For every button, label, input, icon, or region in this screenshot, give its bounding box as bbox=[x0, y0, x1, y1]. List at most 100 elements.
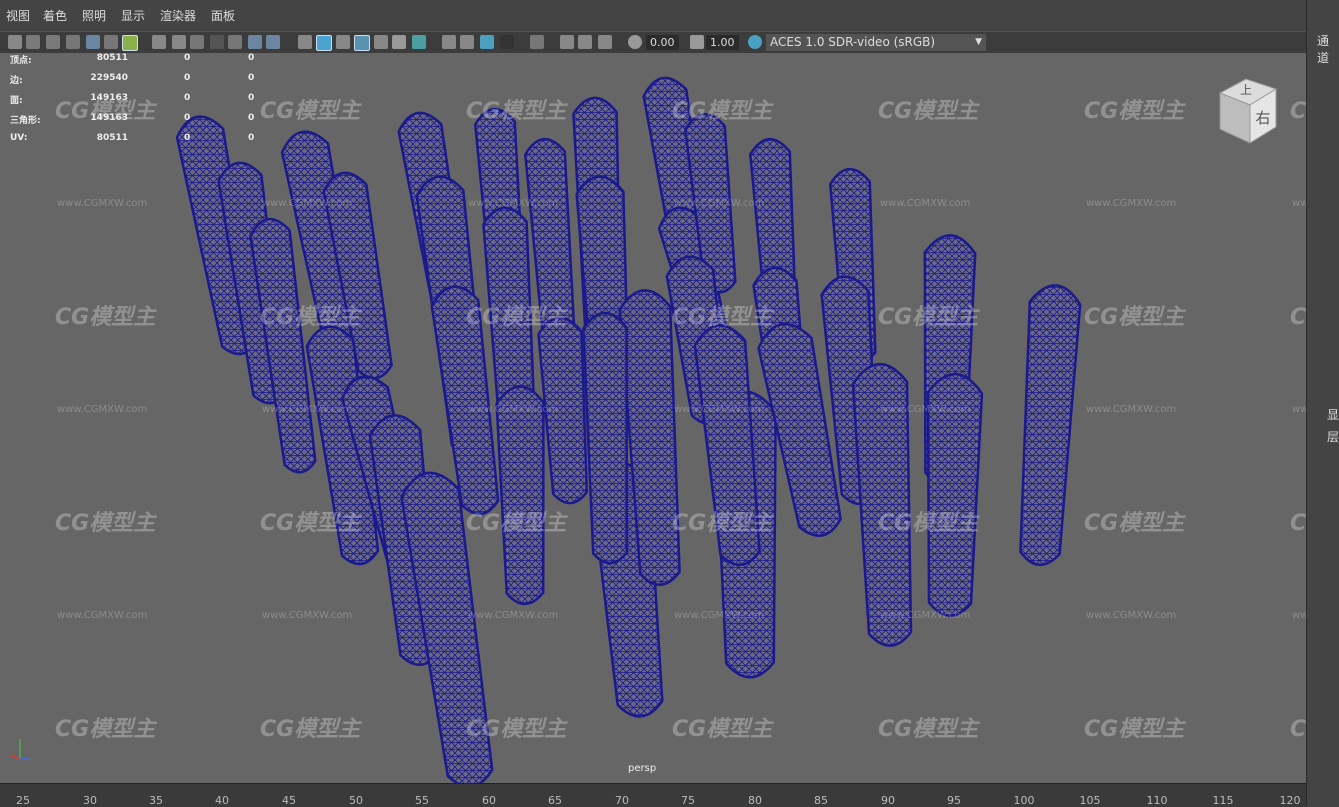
watermark-url: www.CGMXW.com bbox=[1292, 404, 1306, 415]
panel-toolbar: 0.00 1.00 ACES 1.0 SDR-video (sRGB) ▼ bbox=[0, 31, 1306, 54]
default-material-icon[interactable] bbox=[336, 35, 350, 49]
ambient-occlusion-icon[interactable] bbox=[442, 35, 456, 49]
resolution-gate-icon[interactable] bbox=[190, 35, 204, 49]
menu-renderer[interactable]: 渲染器 bbox=[160, 7, 196, 24]
watermark-logo: CG模型主 bbox=[1290, 717, 1306, 742]
watermark-logo: CG模型主 bbox=[55, 305, 156, 330]
hud-value: 149163 bbox=[90, 93, 128, 103]
watermark-logo: CG模型主 bbox=[260, 305, 361, 330]
ruler-tick: 120 bbox=[1279, 794, 1301, 807]
gate-mask-icon[interactable] bbox=[210, 35, 224, 49]
display-tab[interactable]: 显 bbox=[1327, 406, 1339, 423]
pin-icon[interactable] bbox=[66, 35, 80, 49]
watermark-logo: CG模型主 bbox=[878, 99, 979, 124]
safe-action-icon[interactable] bbox=[248, 35, 262, 49]
watermark-url: www.CGMXW.com bbox=[57, 610, 148, 621]
watermark-url: www.CGMXW.com bbox=[1292, 610, 1306, 621]
watermark-logo: CG模型主 bbox=[672, 511, 773, 536]
watermark-url: www.CGMXW.com bbox=[674, 198, 765, 209]
menu-panels[interactable]: 面板 bbox=[211, 7, 235, 24]
watermark-logo: CG模型主 bbox=[878, 511, 979, 536]
hud-label: 面: bbox=[10, 96, 23, 106]
menu-view[interactable]: 视图 bbox=[6, 7, 30, 24]
channels-tab[interactable]: 通道 bbox=[1317, 32, 1339, 66]
menu-shading[interactable]: 着色 bbox=[43, 7, 67, 24]
view-cube[interactable]: 上 右 bbox=[1216, 75, 1280, 147]
hand-wireframe-models[interactable] bbox=[0, 53, 1306, 783]
watermark-logo: CG模型主 bbox=[878, 717, 979, 742]
menu-show[interactable]: 显示 bbox=[121, 7, 145, 24]
smooth-shade-icon[interactable] bbox=[316, 35, 332, 51]
hand-mesh[interactable] bbox=[1019, 284, 1082, 566]
time-slider-ruler[interactable]: 25 30 35 40 45 50 55 60 65 70 75 80 85 9… bbox=[0, 783, 1306, 807]
watermark-url: www.CGMXW.com bbox=[57, 198, 148, 209]
camera-icon[interactable] bbox=[8, 35, 22, 49]
grease-pencil-icon[interactable] bbox=[86, 35, 100, 49]
watermark-logo: CG模型主 bbox=[260, 717, 361, 742]
watermark-url: www.CGMXW.com bbox=[262, 610, 353, 621]
hud-value: 0 bbox=[184, 73, 191, 83]
watermark-logo: CG模型主 bbox=[878, 305, 979, 330]
hud-value: 0 bbox=[184, 53, 191, 63]
hud-value: 0 bbox=[184, 113, 191, 123]
watermark-logo: CG模型主 bbox=[1290, 99, 1306, 124]
wireframe-icon[interactable] bbox=[298, 35, 312, 49]
viewport-persp[interactable]: CG模型主 www.CGMXW.com CG模型主 www.CGMXW.com CG模型… bbox=[0, 53, 1306, 783]
camera-attr-icon[interactable] bbox=[26, 35, 40, 49]
shadows-icon[interactable] bbox=[412, 35, 426, 49]
gamma-icon[interactable] bbox=[690, 35, 704, 49]
hud-row-vertices: 顶点: 80511 0 0 bbox=[10, 53, 270, 73]
safe-title-icon[interactable] bbox=[266, 35, 280, 49]
grid-icon[interactable] bbox=[152, 35, 166, 49]
anti-alias-icon[interactable] bbox=[480, 35, 494, 49]
color-management-icon[interactable] bbox=[748, 35, 762, 49]
watermark-logo: CG模型主 bbox=[466, 99, 567, 124]
exposure-icon[interactable] bbox=[628, 35, 642, 49]
xray-icon[interactable] bbox=[560, 35, 574, 49]
watermark-url: www.CGMXW.com bbox=[880, 404, 971, 415]
menu-lighting[interactable]: 照明 bbox=[82, 7, 106, 24]
ruler-tick: 40 bbox=[215, 794, 229, 807]
hand-mesh[interactable] bbox=[582, 311, 629, 565]
watermark-url: www.CGMXW.com bbox=[262, 198, 353, 209]
ruler-tick: 65 bbox=[548, 794, 562, 807]
layers-tab[interactable]: 层 bbox=[1327, 428, 1339, 445]
ruler-tick: 35 bbox=[149, 794, 163, 807]
depth-of-field-icon[interactable] bbox=[500, 35, 514, 49]
hud-row-uvs: UV: 80511 0 0 bbox=[10, 133, 270, 153]
film-gate-icon[interactable] bbox=[172, 35, 186, 49]
manipulator-icon[interactable] bbox=[122, 35, 138, 51]
hud-value: 149163 bbox=[90, 113, 128, 123]
hud-row-faces: 面: 149163 0 0 bbox=[10, 93, 270, 113]
wireframe-on-shaded-icon[interactable] bbox=[354, 35, 370, 51]
watermark-logo: CG模型主 bbox=[466, 305, 567, 330]
xray-joints-icon[interactable] bbox=[578, 35, 592, 49]
watermark-logo: CG模型主 bbox=[466, 511, 567, 536]
watermark-logo: CG模型主 bbox=[1084, 511, 1185, 536]
isolate-select-icon[interactable] bbox=[530, 35, 544, 49]
lights-icon[interactable] bbox=[392, 35, 406, 49]
ruler-tick: 105 bbox=[1079, 794, 1101, 807]
hud-value: 80511 bbox=[96, 133, 128, 143]
gamma-field[interactable]: 1.00 bbox=[706, 35, 739, 50]
xray-active-icon[interactable] bbox=[598, 35, 612, 49]
hud-value: 0 bbox=[248, 73, 255, 83]
ruler-tick: 115 bbox=[1212, 794, 1234, 807]
watermark-logo: CG模型主 bbox=[260, 99, 361, 124]
exposure-field[interactable]: 0.00 bbox=[646, 35, 679, 50]
view-transform-dropdown[interactable]: ACES 1.0 SDR-video (sRGB) ▼ bbox=[766, 34, 986, 51]
hud-value: 0 bbox=[248, 133, 255, 143]
watermark-logo: CG模型主 bbox=[466, 717, 567, 742]
bookmark-icon[interactable] bbox=[46, 35, 60, 49]
watermark-url: www.CGMXW.com bbox=[1086, 404, 1177, 415]
textured-icon[interactable] bbox=[374, 35, 388, 49]
field-chart-icon[interactable] bbox=[228, 35, 242, 49]
watermark-url: www.CGMXW.com bbox=[1292, 198, 1306, 209]
viewcube-top-label: 上 bbox=[1240, 83, 1252, 97]
2d-pan-icon[interactable] bbox=[104, 35, 118, 49]
watermark-url: www.CGMXW.com bbox=[674, 610, 765, 621]
motion-blur-icon[interactable] bbox=[460, 35, 474, 49]
hand-mesh[interactable] bbox=[495, 385, 545, 606]
watermark-logo: CG模型主 bbox=[1290, 511, 1306, 536]
ruler-tick: 55 bbox=[415, 794, 429, 807]
